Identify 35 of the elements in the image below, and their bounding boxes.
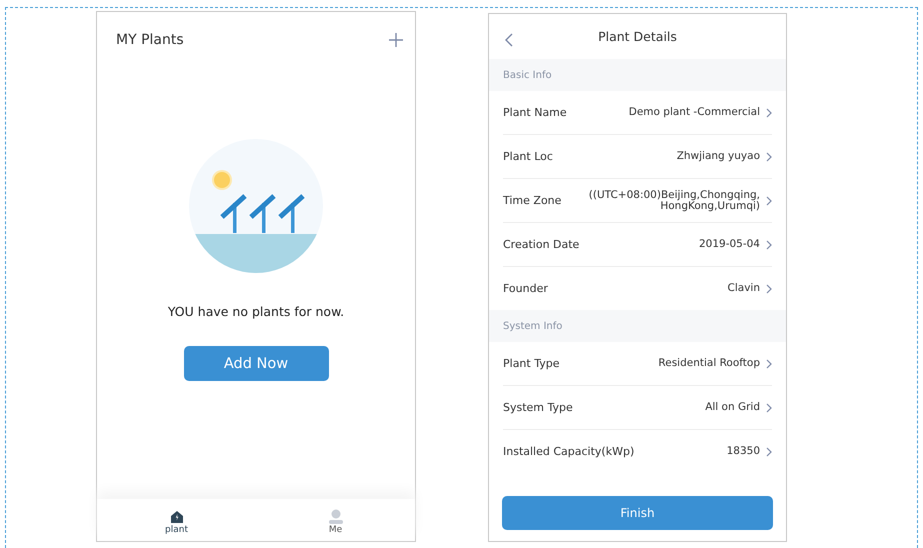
chevron-icon[interactable] (766, 108, 772, 118)
person-icon (328, 509, 344, 524)
field-label: Time Zone (503, 194, 562, 207)
tab-item[interactable]: Me (256, 499, 415, 541)
tab-item[interactable]: plant (97, 499, 256, 541)
section-header: System Info (489, 310, 786, 342)
field-label: Installed Capacity(kWp) (503, 445, 634, 458)
chevron-icon[interactable] (766, 358, 772, 368)
screen-title: MY Plants (116, 32, 184, 48)
house-icon (170, 510, 184, 524)
field-value: All on Grid (704, 402, 760, 413)
chevron-icon[interactable] (766, 284, 772, 294)
add-icon[interactable] (388, 32, 404, 48)
field-label: System Type (503, 401, 573, 414)
field-label: Founder (503, 282, 548, 295)
field-label: Plant Type (503, 357, 560, 370)
screen-title: Plant Details (598, 29, 677, 44)
back-icon[interactable] (504, 33, 513, 47)
field-value: Demo plant -Commercial (628, 107, 760, 118)
field-value: ((UTC+08:00)Beijing,Chongqing, HongKong,Urumqi) (588, 190, 760, 211)
chevron-icon[interactable] (766, 152, 772, 162)
empty-message: YOU have no plants for now. (168, 304, 344, 319)
field-label: Creation Date (503, 238, 580, 251)
field-value: Residential Rooftop (657, 358, 760, 369)
field-value: Clavin (726, 283, 760, 294)
chevron-icon[interactable] (766, 196, 772, 206)
chevron-icon[interactable] (766, 402, 772, 412)
field-value: 2019-05-04 (698, 239, 760, 250)
field-value: Zhwjiang yuyao (676, 151, 760, 162)
section-header: Basic Info (489, 59, 786, 91)
chevron-icon[interactable] (766, 240, 772, 250)
chevron-icon[interactable] (766, 446, 772, 456)
field-value: 18350 (726, 446, 760, 457)
field-label: Plant Name (503, 106, 567, 119)
field-label: Plant Loc (503, 150, 553, 163)
